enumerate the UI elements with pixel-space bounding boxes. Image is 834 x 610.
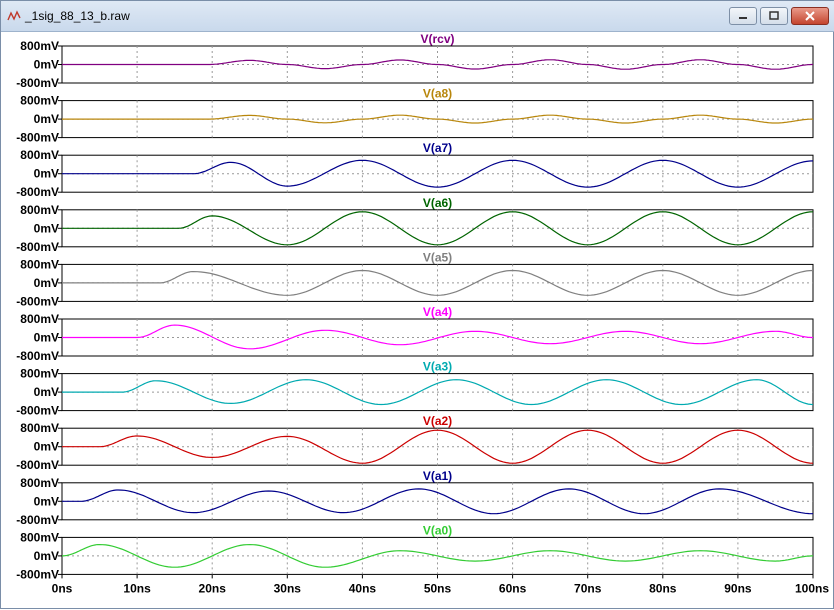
x-tick-label: 0ns	[52, 581, 73, 595]
x-tick-label: 90ns	[724, 581, 752, 595]
trace-title: V(a5)	[423, 250, 452, 264]
y-tick-label: -800mV	[16, 185, 59, 199]
y-tick-label: 0mV	[34, 112, 59, 126]
y-tick-label: -800mV	[16, 458, 59, 472]
y-tick-label: 0mV	[34, 167, 59, 181]
trace-title: V(a8)	[423, 87, 452, 101]
x-tick-label: 70ns	[574, 581, 602, 595]
y-tick-label: -800mV	[16, 349, 59, 363]
x-tick-label: 100ns	[795, 581, 829, 595]
trace-title: V(a6)	[423, 196, 452, 210]
x-tick-label: 30ns	[274, 581, 302, 595]
trace-title: V(a3)	[423, 360, 452, 374]
y-tick-label: 800mV	[20, 421, 59, 435]
y-tick-label: -800mV	[16, 294, 59, 308]
y-tick-label: 800mV	[20, 94, 59, 108]
x-tick-label: 80ns	[649, 581, 677, 595]
y-tick-label: 800mV	[20, 530, 59, 544]
x-tick-label: 40ns	[349, 581, 377, 595]
y-tick-label: 0mV	[34, 549, 59, 563]
y-tick-label: 0mV	[34, 331, 59, 345]
y-tick-label: 800mV	[20, 203, 59, 217]
y-tick-label: -800mV	[16, 513, 59, 527]
trace-title: V(a7)	[423, 141, 452, 155]
x-tick-label: 50ns	[424, 581, 452, 595]
x-tick-label: 20ns	[199, 581, 227, 595]
waveform-plot-area[interactable]: 800mV 0mV -800mV V(rcv) 800mV 0mV -800mV V(a8) 8…	[1, 1, 834, 610]
y-tick-label: -800mV	[16, 567, 59, 581]
app-window: _1sig_88_13_b.raw 800mV 0mV -800mV V(rcv) 80…	[0, 0, 834, 609]
y-tick-label: -800mV	[16, 404, 59, 418]
y-tick-label: 0mV	[34, 385, 59, 399]
trace-title: V(a2)	[423, 414, 452, 428]
trace-title: V(a1)	[423, 469, 452, 483]
y-tick-label: -800mV	[16, 76, 59, 90]
x-tick-label: 60ns	[499, 581, 527, 595]
trace-title: V(a4)	[423, 305, 452, 319]
y-tick-label: -800mV	[16, 240, 59, 254]
y-tick-label: 800mV	[20, 312, 59, 326]
y-tick-label: -800mV	[16, 131, 59, 145]
y-tick-label: 800mV	[20, 476, 59, 490]
y-tick-label: 0mV	[34, 440, 59, 454]
x-tick-label: 10ns	[123, 581, 151, 595]
trace-title: V(a0)	[423, 523, 452, 537]
y-tick-label: 800mV	[20, 257, 59, 271]
y-tick-label: 0mV	[34, 221, 59, 235]
y-tick-label: 800mV	[20, 39, 59, 53]
y-tick-label: 0mV	[34, 58, 59, 72]
y-tick-label: 800mV	[20, 148, 59, 162]
y-tick-label: 0mV	[34, 494, 59, 508]
y-tick-label: 800mV	[20, 367, 59, 381]
y-tick-label: 0mV	[34, 276, 59, 290]
trace-title: V(rcv)	[420, 32, 454, 46]
